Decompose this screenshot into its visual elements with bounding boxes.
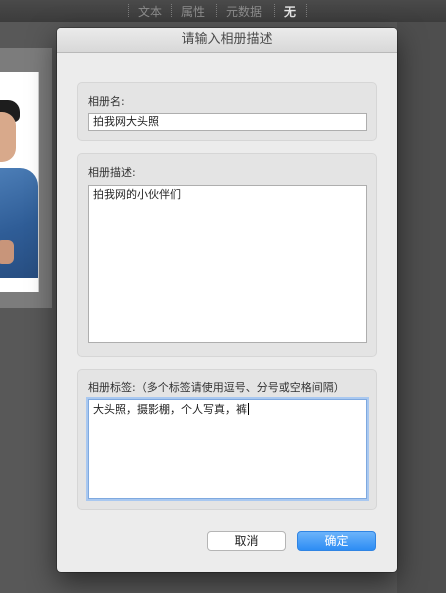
photo-thumbnail[interactable]: ↻ ▢ ⤢	[0, 72, 39, 292]
tab-text[interactable]: 文本	[138, 3, 162, 20]
dialog-title: 请输入相册描述	[57, 28, 397, 53]
background-right-strip	[397, 22, 446, 593]
album-tags-textarea[interactable]: 大头照，摄影棚，个人写真，裤	[88, 399, 367, 499]
album-name-label: 相册名:	[88, 95, 125, 108]
album-tags-hint: （多个标签请使用逗号、分号或空格间隔）	[135, 381, 345, 394]
album-tags-group: 相册标签:（多个标签请使用逗号、分号或空格间隔） 大头照，摄影棚，个人写真，裤	[77, 369, 377, 510]
album-description-group: 相册描述: 拍我网的小伙伴们	[77, 153, 377, 357]
toolbar-separator	[274, 4, 275, 17]
toolbar-separator	[306, 4, 307, 17]
background-toolbar: 文本 属性 元数据 无	[0, 0, 446, 23]
album-name-group: 相册名: 拍我网大头照	[77, 82, 377, 141]
photo-face	[0, 112, 16, 162]
album-tags-label-text: 相册标签:	[88, 381, 136, 394]
toolbar-separator	[128, 4, 129, 17]
photo-hand	[0, 240, 14, 264]
album-name-input[interactable]: 拍我网大头照	[88, 113, 367, 131]
album-description-label: 相册描述:	[88, 166, 136, 179]
album-description-dialog: 请输入相册描述 相册名: 拍我网大头照 相册描述: 拍我网的小伙伴们 相册标签:…	[57, 28, 397, 572]
tab-properties[interactable]: 属性	[181, 3, 205, 20]
tab-metadata[interactable]: 元数据	[226, 3, 262, 20]
cancel-button[interactable]: 取消	[207, 531, 286, 551]
text-caret	[248, 403, 249, 415]
ok-button[interactable]: 确定	[297, 531, 376, 551]
album-description-textarea[interactable]: 拍我网的小伙伴们	[88, 185, 367, 343]
album-tags-label: 相册标签:（多个标签请使用逗号、分号或空格间隔）	[88, 379, 345, 395]
toolbar-separator	[171, 4, 172, 17]
tab-none[interactable]: 无	[284, 3, 296, 20]
toolbar-separator	[216, 4, 217, 17]
album-tags-text: 大头照，摄影棚，个人写真，裤	[93, 403, 247, 416]
